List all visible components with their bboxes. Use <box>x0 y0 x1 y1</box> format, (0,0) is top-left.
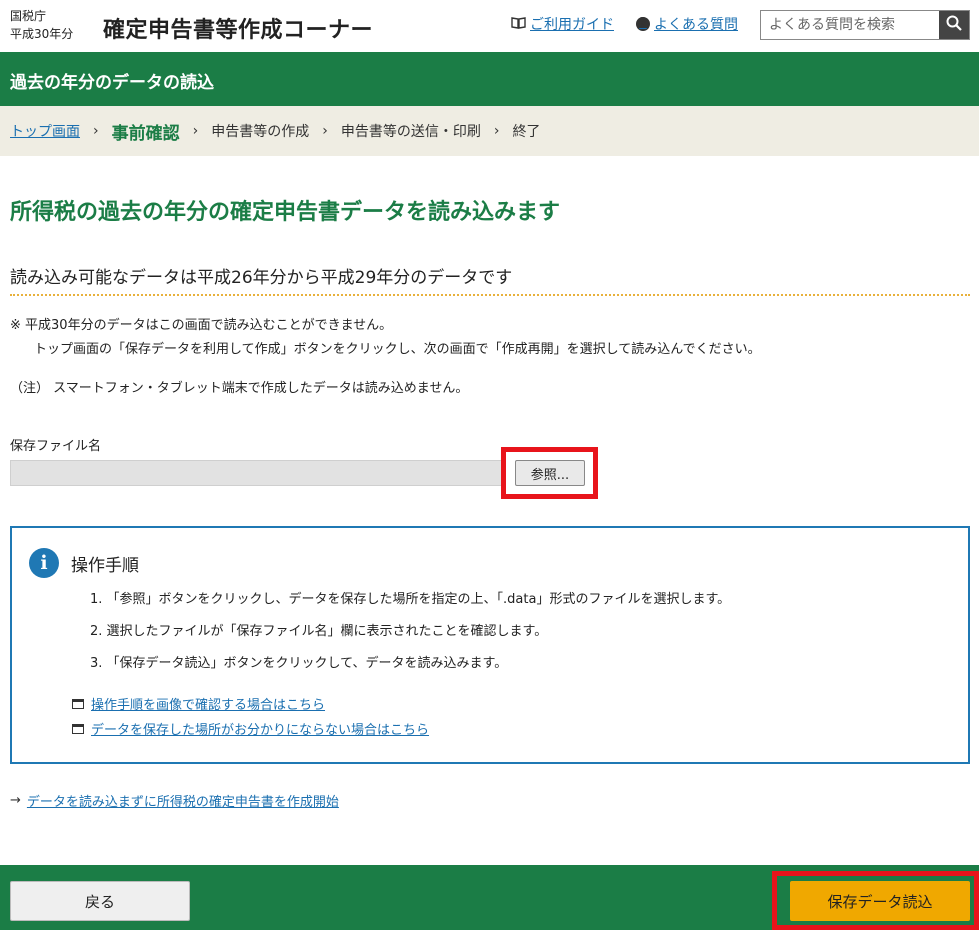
site-title: 確定申告書等作成コーナー <box>103 18 374 43</box>
sub-heading: 読み込み可能なデータは平成26年分から平成29年分のデータです <box>10 268 513 288</box>
breadcrumb-separator: › <box>93 123 99 139</box>
guide-link-label: ご利用ガイド <box>530 17 614 33</box>
note-year-restriction: ※ 平成30年分のデータはこの画面で読み込むことができません。 トップ画面の「保… <box>10 314 761 362</box>
file-name-label: 保存ファイル名 <box>10 439 102 454</box>
faq-link[interactable]: ? よくある質問 <box>636 14 738 34</box>
book-icon <box>511 16 526 33</box>
image-guide-link-label: 操作手順を画像で確認する場合はこちら <box>91 698 326 713</box>
question-icon: ? <box>636 17 650 31</box>
info-icon: i <box>29 548 59 578</box>
save-location-help-link[interactable]: データを保存した場所がお分かりにならない場合はこちら <box>72 719 429 738</box>
search-input[interactable] <box>761 11 939 39</box>
instruction-step: 1. 「参照」ボタンをクリックし、データを保存した場所を指定の上、「.data」… <box>90 592 731 607</box>
breadcrumb: トップ画面 › 事前確認 › 申告書等の作成 › 申告書等の送信・印刷 › 終了 <box>0 106 979 156</box>
note-device: （注） スマートフォン・タブレット端末で作成したデータは読み込めません。 <box>10 381 469 396</box>
instruction-step: 2. 選択したファイルが「保存ファイル名」欄に表示されたことを確認します。 <box>90 624 548 639</box>
start-without-data-link[interactable]: → データを読み込まずに所得税の確定申告書を作成開始 <box>10 791 339 810</box>
instruction-title: 操作手順 <box>71 556 139 576</box>
back-button[interactable]: 戻る <box>10 881 190 921</box>
breadcrumb-separator: › <box>192 123 199 139</box>
breadcrumb-send-print: 申告書等の送信・印刷 <box>340 124 481 140</box>
instruction-step: 3. 「保存データ読込」ボタンをクリックして、データを読み込みます。 <box>90 656 508 671</box>
tax-year: 平成30年分 <box>10 27 74 41</box>
main-heading: 所得税の過去の年分の確定申告書データを読み込みます <box>10 200 561 225</box>
file-name-field <box>10 460 504 486</box>
search-button[interactable] <box>939 11 969 39</box>
new-window-icon <box>72 723 84 734</box>
breadcrumb-separator: › <box>322 123 328 139</box>
page-title: 過去の年分のデータの読込 <box>10 73 214 93</box>
agency-label: 国税庁 平成30年分 <box>10 7 73 43</box>
highlight-frame-load <box>772 871 979 930</box>
note-line: トップ画面の「保存データを利用して作成」ボタンをクリックし、次の画面で「作成再開… <box>34 342 761 357</box>
start-without-data-label: データを読み込まずに所得税の確定申告書を作成開始 <box>26 795 339 810</box>
search-box <box>760 10 970 40</box>
faq-link-label: よくある質問 <box>654 17 738 33</box>
save-location-help-link-label: データを保存した場所がお分かりにならない場合はこちら <box>91 723 430 738</box>
breadcrumb-separator: › <box>493 123 500 139</box>
breadcrumb-current: 事前確認 <box>111 123 180 144</box>
note-line: ※ 平成30年分のデータはこの画面で読み込むことができません。 <box>10 318 393 333</box>
header: 国税庁 平成30年分 確定申告書等作成コーナー ご利用ガイド ? よくある質問 <box>0 0 979 52</box>
guide-link[interactable]: ご利用ガイド <box>511 14 614 34</box>
instruction-steps: 1. 「参照」ボタンをクリックし、データを保存した場所を指定の上、「.data」… <box>90 592 730 688</box>
highlight-frame-browse <box>501 447 598 499</box>
page-title-bar: 過去の年分のデータの読込 <box>0 52 979 106</box>
instruction-box: i 操作手順 1. 「参照」ボタンをクリックし、データを保存した場所を指定の上、… <box>10 526 970 764</box>
dotted-divider <box>10 294 970 296</box>
breadcrumb-create: 申告書等の作成 <box>211 124 310 140</box>
breadcrumb-top[interactable]: トップ画面 <box>10 121 80 141</box>
image-guide-link[interactable]: 操作手順を画像で確認する場合はこちら <box>72 694 325 713</box>
arrow-right-icon: → <box>10 793 21 808</box>
breadcrumb-end: 終了 <box>512 124 541 140</box>
agency-name: 国税庁 <box>10 9 47 23</box>
search-icon <box>946 15 962 35</box>
new-window-icon <box>72 698 84 709</box>
